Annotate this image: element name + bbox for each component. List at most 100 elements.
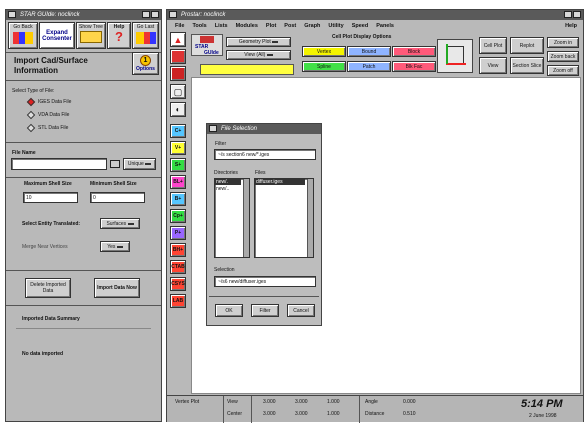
command-input[interactable]: [200, 64, 294, 75]
menu-post[interactable]: Post: [284, 23, 296, 29]
min-shell-input[interactable]: 0: [90, 192, 145, 203]
help-button[interactable]: Help ?: [107, 22, 131, 49]
show-tree-button[interactable]: Show Tree: [76, 22, 106, 49]
view-button[interactable]: View: [479, 57, 507, 74]
tool-label: Zoom back: [550, 53, 576, 60]
go-back-icon: [13, 32, 33, 44]
side-button-v[interactable]: V+: [170, 141, 186, 155]
cube-icon[interactable]: [170, 66, 186, 81]
directories-list[interactable]: new/. new/..: [214, 178, 250, 258]
pointer-icon[interactable]: ◐: [170, 102, 186, 117]
zoom-in-button[interactable]: Zoom in: [547, 37, 579, 48]
file-type-radio-iges[interactable]: IGES Data File: [26, 97, 71, 107]
menu-plot[interactable]: Plot: [266, 23, 276, 29]
side-button-lab[interactable]: LAB: [170, 294, 186, 308]
ok-label: OK: [225, 307, 233, 314]
plot-type-select[interactable]: Geometry Plot: [226, 37, 291, 47]
file-type-radio-vda[interactable]: VDA Data File: [26, 110, 70, 120]
radio-label: STL Data File: [38, 125, 69, 131]
divider: [209, 296, 319, 297]
orientation-widget[interactable]: [437, 39, 473, 73]
cancel-button[interactable]: Cancel: [287, 304, 315, 317]
display-vertex-button[interactable]: Vertex: [302, 46, 346, 57]
file-browse-select[interactable]: Unique: [123, 158, 156, 170]
side-button-cp[interactable]: Cp+: [170, 209, 186, 223]
import-now-button[interactable]: Import Data Now: [94, 278, 140, 298]
max-shell-input[interactable]: 10: [23, 192, 78, 203]
minimize-button[interactable]: [142, 11, 150, 18]
menu-file[interactable]: File: [175, 23, 184, 29]
cell-plot-button[interactable]: Cell Plot: [479, 37, 507, 54]
folder-icon[interactable]: [110, 160, 120, 168]
side-button-ctab[interactable]: CTAB: [170, 260, 186, 274]
side-button-c[interactable]: C+: [170, 124, 186, 138]
side-button-p[interactable]: P+: [170, 226, 186, 240]
go-back-button[interactable]: Go Back: [8, 22, 38, 49]
side-button-bl[interactable]: BL+: [170, 175, 186, 189]
selection-input[interactable]: ~/s6 new/diffuser.iges: [214, 276, 316, 287]
menu-help[interactable]: Help: [565, 23, 577, 29]
divider: [251, 396, 252, 423]
file-type-radio-stl[interactable]: STL Data File: [26, 123, 69, 133]
side-button-csys[interactable]: CSYS: [170, 277, 186, 291]
file-name-input[interactable]: [11, 158, 107, 170]
maximize-button[interactable]: [573, 11, 581, 18]
file-item[interactable]: diffuser.iges: [255, 179, 305, 185]
window-menu-button[interactable]: [169, 11, 177, 18]
menu-speed[interactable]: Speed: [352, 23, 369, 29]
status-bar: Vertex Plot View Center 3.000 3.000 1.00…: [167, 395, 583, 423]
display-block-button[interactable]: Block: [392, 46, 436, 57]
filter-input[interactable]: ~/s section6 new/*.iges: [214, 149, 316, 160]
filter-button[interactable]: Filter: [251, 304, 279, 317]
menu-lists[interactable]: Lists: [215, 23, 228, 29]
star-guide-logo[interactable]: STAR GUIde: [191, 34, 223, 56]
boot-icon[interactable]: ▲: [170, 32, 186, 47]
maximize-button[interactable]: [151, 11, 159, 18]
minimize-button[interactable]: [564, 11, 572, 18]
side-button-s[interactable]: S+: [170, 158, 186, 172]
display-blkfac-button[interactable]: Blk Fac: [392, 61, 436, 72]
menu-modules[interactable]: Modules: [236, 23, 258, 29]
view-select[interactable]: View (All): [226, 50, 291, 60]
divider: [6, 177, 161, 178]
dir-item[interactable]: new/.: [215, 179, 241, 185]
delete-imported-button[interactable]: Delete Imported Data: [25, 278, 71, 298]
no-data-label: No data imported: [22, 351, 64, 357]
zoom-off-button[interactable]: Zoom off: [547, 65, 579, 76]
options-button[interactable]: 1 Options: [132, 52, 159, 75]
files-list[interactable]: diffuser.iges: [254, 178, 314, 258]
side-button-b[interactable]: B+: [170, 192, 186, 206]
replot-button[interactable]: Replot: [510, 37, 544, 54]
display-spline-button[interactable]: Spline: [302, 61, 346, 72]
center-label: Center: [227, 411, 243, 417]
table-icon[interactable]: [170, 49, 186, 64]
menu-utility[interactable]: Utility: [328, 23, 343, 29]
view-x: 3.000: [263, 399, 276, 405]
merge-dropdown[interactable]: Yes: [100, 241, 130, 252]
square-icon[interactable]: ▢: [170, 84, 186, 99]
display-bound-button[interactable]: Bound: [347, 46, 391, 57]
scrollbar[interactable]: [307, 179, 313, 257]
menu-panels[interactable]: Panels: [376, 23, 394, 29]
file-name-label: File Name: [12, 150, 36, 156]
angle-value: 0.000: [403, 399, 416, 405]
divider: [16, 328, 151, 329]
menu-graph[interactable]: Graph: [304, 23, 320, 29]
scrollbar[interactable]: [243, 179, 249, 257]
go-last-button[interactable]: Go Last: [132, 22, 159, 49]
radio-label: VDA Data File: [38, 112, 70, 118]
expand-consenter-button[interactable]: Expand Consenter: [39, 22, 75, 49]
tool-label: Replot: [519, 42, 535, 49]
section-slice-button[interactable]: Section Slice: [510, 57, 544, 74]
cell-plot-header: Cell Plot Display Options: [332, 34, 392, 40]
zoom-back-button[interactable]: Zoom back: [547, 51, 579, 62]
menu-tools[interactable]: Tools: [192, 23, 206, 29]
logo-text: GUIde: [204, 50, 219, 56]
display-patch-button[interactable]: Patch: [347, 61, 391, 72]
window-menu-button[interactable]: [209, 125, 217, 132]
window-menu-button[interactable]: [8, 11, 16, 18]
side-button-bh[interactable]: BH+: [170, 243, 186, 257]
select-entity-dropdown[interactable]: Surfaces: [100, 218, 140, 229]
center-z: 1.000: [327, 411, 340, 417]
ok-button[interactable]: OK: [215, 304, 243, 317]
